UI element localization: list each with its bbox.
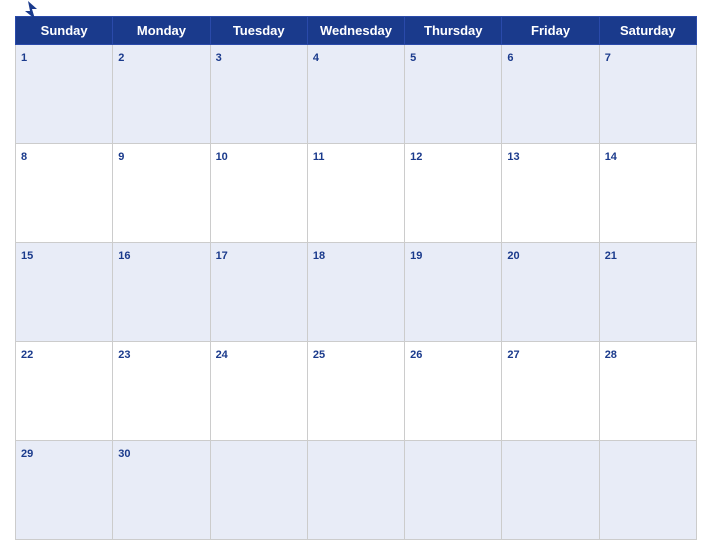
calendar-day: 4 bbox=[307, 45, 404, 144]
weekday-header-friday: Friday bbox=[502, 17, 599, 45]
day-number: 13 bbox=[507, 151, 519, 163]
weekday-header-saturday: Saturday bbox=[599, 17, 696, 45]
logo-bird-icon bbox=[17, 0, 39, 21]
calendar-day: 16 bbox=[113, 243, 210, 342]
day-number: 14 bbox=[605, 151, 617, 163]
calendar-day: 19 bbox=[405, 243, 502, 342]
calendar-day: 27 bbox=[502, 342, 599, 441]
calendar-table: SundayMondayTuesdayWednesdayThursdayFrid… bbox=[15, 16, 697, 540]
day-number: 26 bbox=[410, 349, 422, 361]
calendar-day bbox=[307, 441, 404, 540]
logo bbox=[15, 0, 39, 21]
day-number: 3 bbox=[216, 52, 222, 64]
calendar-week-row: 15 16 17 18 19 20 21 bbox=[16, 243, 697, 342]
weekday-header-row: SundayMondayTuesdayWednesdayThursdayFrid… bbox=[16, 17, 697, 45]
day-number: 21 bbox=[605, 250, 617, 262]
calendar-day: 2 bbox=[113, 45, 210, 144]
day-number: 25 bbox=[313, 349, 325, 361]
calendar-day: 12 bbox=[405, 144, 502, 243]
calendar-day: 6 bbox=[502, 45, 599, 144]
day-number: 20 bbox=[507, 250, 519, 262]
calendar-day: 30 bbox=[113, 441, 210, 540]
day-number: 18 bbox=[313, 250, 325, 262]
calendar-day: 28 bbox=[599, 342, 696, 441]
day-number: 24 bbox=[216, 349, 228, 361]
calendar-day: 13 bbox=[502, 144, 599, 243]
calendar-day bbox=[405, 441, 502, 540]
calendar-day: 23 bbox=[113, 342, 210, 441]
day-number: 22 bbox=[21, 349, 33, 361]
day-number: 5 bbox=[410, 52, 416, 64]
calendar-day bbox=[210, 441, 307, 540]
day-number: 8 bbox=[21, 151, 27, 163]
calendar-day: 10 bbox=[210, 144, 307, 243]
calendar-day: 26 bbox=[405, 342, 502, 441]
calendar-day: 18 bbox=[307, 243, 404, 342]
weekday-header-tuesday: Tuesday bbox=[210, 17, 307, 45]
day-number: 17 bbox=[216, 250, 228, 262]
calendar-day: 11 bbox=[307, 144, 404, 243]
calendar-day: 9 bbox=[113, 144, 210, 243]
weekday-header-wednesday: Wednesday bbox=[307, 17, 404, 45]
calendar-day: 3 bbox=[210, 45, 307, 144]
day-number: 7 bbox=[605, 52, 611, 64]
calendar-day: 20 bbox=[502, 243, 599, 342]
calendar-day bbox=[502, 441, 599, 540]
calendar-day: 24 bbox=[210, 342, 307, 441]
day-number: 2 bbox=[118, 52, 124, 64]
calendar-day: 1 bbox=[16, 45, 113, 144]
day-number: 28 bbox=[605, 349, 617, 361]
calendar-day: 22 bbox=[16, 342, 113, 441]
calendar-day: 15 bbox=[16, 243, 113, 342]
calendar-day bbox=[599, 441, 696, 540]
day-number: 4 bbox=[313, 52, 319, 64]
weekday-header-monday: Monday bbox=[113, 17, 210, 45]
calendar-week-row: 29 30 bbox=[16, 441, 697, 540]
day-number: 6 bbox=[507, 52, 513, 64]
calendar-day: 7 bbox=[599, 45, 696, 144]
day-number: 10 bbox=[216, 151, 228, 163]
day-number: 23 bbox=[118, 349, 130, 361]
day-number: 15 bbox=[21, 250, 33, 262]
day-number: 16 bbox=[118, 250, 130, 262]
day-number: 19 bbox=[410, 250, 422, 262]
calendar-day: 5 bbox=[405, 45, 502, 144]
calendar-day: 25 bbox=[307, 342, 404, 441]
day-number: 27 bbox=[507, 349, 519, 361]
day-number: 9 bbox=[118, 151, 124, 163]
calendar-week-row: 8 9 10 11 12 13 14 bbox=[16, 144, 697, 243]
day-number: 11 bbox=[313, 151, 325, 163]
weekday-header-thursday: Thursday bbox=[405, 17, 502, 45]
calendar-day: 14 bbox=[599, 144, 696, 243]
calendar-day: 17 bbox=[210, 243, 307, 342]
day-number: 29 bbox=[21, 448, 33, 460]
calendar-week-row: 22 23 24 25 26 27 28 bbox=[16, 342, 697, 441]
day-number: 30 bbox=[118, 448, 130, 460]
calendar-day: 21 bbox=[599, 243, 696, 342]
calendar-week-row: 1 2 3 4 5 6 7 bbox=[16, 45, 697, 144]
calendar-day: 29 bbox=[16, 441, 113, 540]
day-number: 12 bbox=[410, 151, 422, 163]
day-number: 1 bbox=[21, 52, 27, 64]
calendar-day: 8 bbox=[16, 144, 113, 243]
